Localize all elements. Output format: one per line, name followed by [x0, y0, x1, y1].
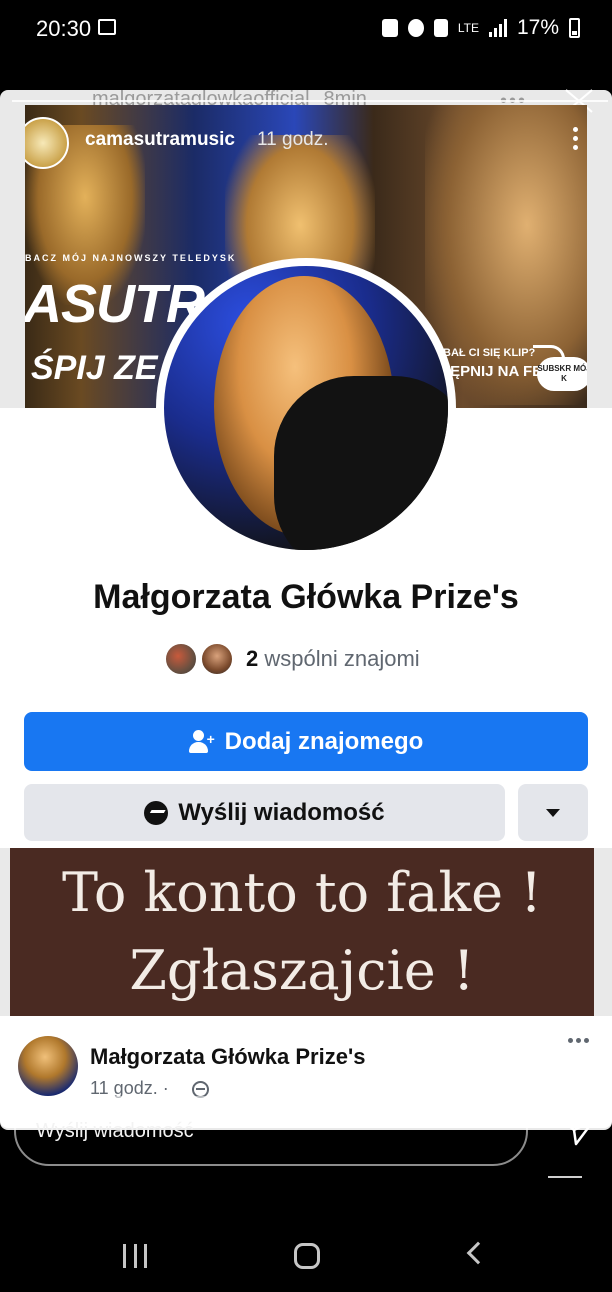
avatar-image-part: [274, 376, 448, 550]
subscribe-badge: SUBSKR MÓJ K: [537, 357, 587, 391]
messenger-icon: [144, 800, 169, 825]
warning-banner: To konto to fake ! Zgłaszajcie !: [10, 848, 594, 1016]
banner-line-1: To konto to fake !: [62, 861, 542, 924]
alarm-icon: [407, 19, 424, 37]
caret-down-icon: [546, 808, 560, 817]
cover-question: BAŁ CI SIĘ KLIP?: [443, 347, 536, 359]
cover-username[interactable]: camasutramusic: [85, 129, 235, 151]
mutual-friend-avatar: [200, 642, 234, 676]
add-friend-label: Dodaj znajomego: [224, 727, 424, 755]
back-icon[interactable]: [466, 1241, 490, 1265]
send-message-label: Wyślij wiadomość: [178, 798, 385, 826]
network-type: LTE: [457, 21, 479, 35]
battery-percent: 17%: [516, 16, 559, 39]
cover-time: 11 godz.: [257, 129, 329, 150]
add-friend-button[interactable]: + Dodaj znajomego: [24, 712, 588, 771]
mutual-friend-avatar: [164, 642, 198, 676]
mute-icon: [433, 19, 448, 37]
status-icons: LTE 17%: [381, 16, 580, 40]
add-person-icon: +: [188, 729, 215, 754]
more-options-button[interactable]: [518, 784, 588, 841]
lock-icon: [381, 19, 398, 37]
gallery-notification-icon: [98, 19, 116, 35]
post-author[interactable]: Małgorzata Główka Prize's: [90, 1044, 365, 1070]
send-icon[interactable]: [560, 1116, 596, 1146]
mutual-friends[interactable]: 2 wspólni znajomi: [164, 641, 420, 677]
mutual-friends-text: 2 wspólni znajomi: [246, 646, 420, 672]
signal-icon: [488, 19, 507, 37]
divider: [548, 1176, 582, 1178]
reply-placeholder: Wyślij wiadomość: [36, 1120, 194, 1142]
post-more-button[interactable]: [568, 1038, 589, 1043]
cover-small-text: BACZ MÓJ NAJNOWSZY TELEDYSK: [25, 253, 237, 263]
profile-avatar[interactable]: [164, 266, 448, 550]
story-progress-bar: [12, 100, 608, 102]
mutual-count: 2: [246, 646, 259, 671]
home-icon[interactable]: [294, 1243, 320, 1269]
more-vertical-icon[interactable]: [573, 127, 579, 153]
profile-name: Małgorzata Główka Prize's: [93, 578, 519, 616]
recent-apps-icon[interactable]: [123, 1244, 147, 1268]
post-avatar[interactable]: [18, 1036, 78, 1096]
status-time: 20:30: [36, 16, 92, 41]
mutual-label: wspólni znajomi: [264, 646, 420, 671]
cover-share-text: TĘPNIJ NA FB: [441, 363, 543, 380]
status-bar: 20:30 LTE 17%: [0, 0, 612, 60]
battery-icon: [569, 18, 580, 38]
banner-line-2: Zgłaszajcie !: [129, 939, 475, 1002]
send-message-button[interactable]: Wyślij wiadomość: [24, 784, 505, 841]
